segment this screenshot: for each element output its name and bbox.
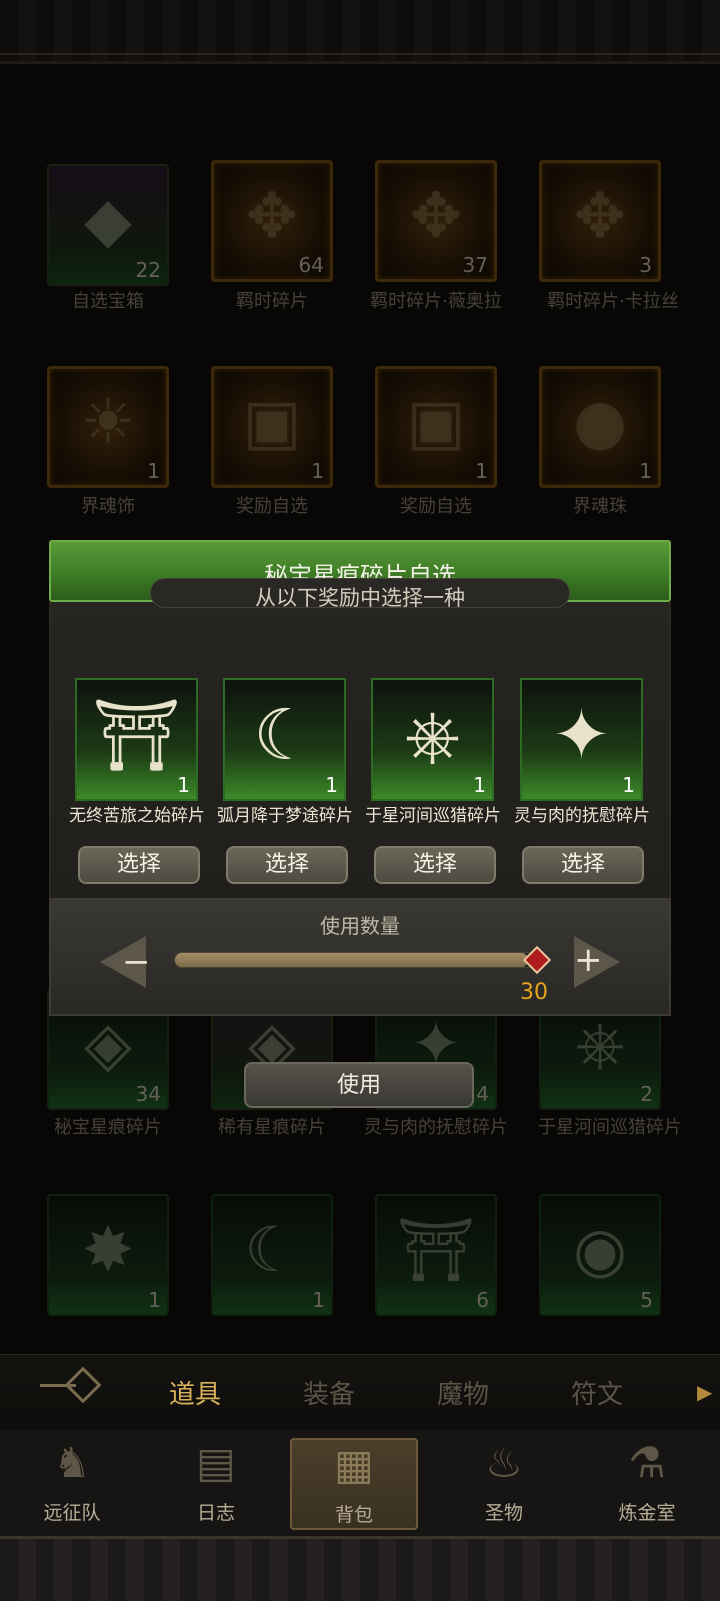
choice-item-endless-journey[interactable]: ⛩ 1 — [75, 678, 198, 801]
top-ornament-frame — [0, 0, 720, 64]
gate-icon: ⛩ — [396, 1213, 476, 1287]
feather-blade-icon: ✦ — [552, 693, 611, 776]
slot-label: 羁时碎片·卡拉丝 — [547, 291, 679, 312]
alchemy-icon: ⚗ — [628, 1438, 666, 1487]
back-diamond-icon — [64, 1366, 102, 1404]
inventory-slot-jishi-fragment[interactable]: ✥ 64 — [211, 160, 333, 282]
green-shard-icon: ◈ — [84, 1007, 132, 1081]
nav-backpack[interactable]: ▦ 背包 — [290, 1438, 418, 1530]
tab-items[interactable]: 道具 — [150, 1374, 240, 1411]
inventory-slot-jishi-fragment-viola[interactable]: ✥ 37 — [375, 160, 497, 282]
choice-label: 于星河间巡猎碎片 — [365, 806, 501, 826]
nav-relics[interactable]: ♨ 圣物 — [440, 1438, 568, 1530]
nav-journal[interactable]: ▤ 日志 — [152, 1438, 280, 1530]
quantity-value: 30 — [520, 980, 548, 1005]
slot-label: 羁时碎片 — [236, 291, 308, 312]
increase-quantity-button[interactable]: + — [556, 936, 620, 988]
choice-label: 灵与肉的抚慰碎片 — [514, 806, 650, 826]
select-button[interactable]: 选择 — [522, 846, 644, 884]
eye-ring-icon: ◉ — [572, 1213, 628, 1287]
inventory-slot-star-burst[interactable]: ✸ 1 — [47, 1194, 169, 1316]
backpack-icon: ▦ — [334, 1440, 374, 1489]
slider-fill — [175, 953, 528, 967]
slot-label: 灵与肉的抚慰碎片 — [364, 1117, 508, 1138]
purple-chest-icon: ◆ — [84, 183, 132, 257]
plus-icon: + — [574, 940, 603, 980]
puzzle-question-icon: ✥ — [246, 179, 298, 253]
chevron-right-icon[interactable]: ▶ — [697, 1380, 712, 1404]
slot-label: 羁时碎片·薇奥拉 — [370, 291, 502, 312]
moon-ring-icon: ☾ — [244, 1213, 300, 1287]
inventory-slot-optional-chest[interactable]: ◆ 22 — [47, 164, 169, 286]
chariot-icon: ⎈ — [575, 1007, 625, 1081]
inventory-slot-gate[interactable]: ⛩ 6 — [375, 1194, 497, 1316]
orb-icon: ● — [572, 385, 628, 459]
star-burst-icon: ✸ — [82, 1213, 134, 1287]
slot-label: 稀有星痕碎片 — [218, 1117, 326, 1138]
choice-item-soul-flesh[interactable]: ✦ 1 — [520, 678, 643, 801]
torch-icon: ♨ — [485, 1438, 523, 1487]
inventory-slot-reward-select[interactable]: ▣ 1 — [375, 366, 497, 488]
tab-runes[interactable]: 符文 — [552, 1374, 642, 1411]
use-button[interactable]: 使用 — [244, 1062, 474, 1108]
tab-monsters[interactable]: 魔物 — [418, 1374, 508, 1411]
inventory-slot-moon-ring[interactable]: ☾ 1 — [211, 1194, 333, 1316]
slot-label: 奖励自选 — [400, 496, 472, 517]
select-button[interactable]: 选择 — [226, 846, 348, 884]
instruction-text: 从以下奖励中选择一种 — [255, 586, 465, 610]
slot-label: 界魂珠 — [573, 496, 627, 517]
minus-icon: − — [122, 942, 151, 982]
sun-mask-icon: ☀ — [80, 385, 136, 459]
puzzle-piece-icon: ✥ — [410, 179, 462, 253]
scroll-icon: ▤ — [196, 1438, 236, 1487]
quantity-slider[interactable] — [174, 952, 536, 968]
slot-label: 自选宝箱 — [72, 291, 144, 312]
slot-label: 秘宝星痕碎片 — [54, 1117, 162, 1138]
choice-label: 弧月降于梦途碎片 — [217, 806, 353, 826]
nav-expedition[interactable]: ♞ 远征队 — [8, 1438, 136, 1530]
treasure-chest-icon: ▣ — [406, 385, 466, 459]
back-button[interactable] — [40, 1366, 110, 1406]
gate-icon: ⛩ — [92, 693, 181, 776]
inventory-slot-reward-select[interactable]: ▣ 1 — [211, 366, 333, 488]
inventory-slot-soul-orb[interactable]: ● 1 — [539, 366, 661, 488]
inventory-slot-soul-ornament[interactable]: ☀ 1 — [47, 366, 169, 488]
select-button[interactable]: 选择 — [78, 846, 200, 884]
inventory-slot-eye-ring[interactable]: ◉ 5 — [539, 1194, 661, 1316]
inventory-slot-jishi-fragment-carlas[interactable]: ✥ 3 — [539, 160, 661, 282]
moon-ring-icon: ☾ — [253, 693, 316, 776]
puzzle-piece-icon: ✥ — [574, 179, 626, 253]
choice-label: 无终苦旅之始碎片 — [69, 806, 205, 826]
quantity-label: 使用数量 — [320, 914, 400, 938]
treasure-chest-icon: ▣ — [242, 385, 302, 459]
choice-item-star-hunt[interactable]: ⎈ 1 — [371, 678, 494, 801]
choice-item-crescent-moon[interactable]: ☾ 1 — [223, 678, 346, 801]
chariot-icon: ⎈ — [404, 693, 461, 776]
horned-helmet-icon: ♞ — [53, 1438, 91, 1487]
slot-label: 界魂饰 — [81, 496, 135, 517]
decrease-quantity-button[interactable]: − — [100, 936, 164, 988]
slot-label: 于星河间巡猎碎片 — [538, 1117, 682, 1138]
slot-label: 奖励自选 — [236, 496, 308, 517]
instruction-banner: 从以下奖励中选择一种 — [150, 572, 570, 612]
select-button[interactable]: 选择 — [374, 846, 496, 884]
tab-equipment[interactable]: 装备 — [284, 1374, 374, 1411]
nav-alchemy[interactable]: ⚗ 炼金室 — [583, 1438, 711, 1530]
bottom-ornament-frame — [0, 1536, 720, 1601]
